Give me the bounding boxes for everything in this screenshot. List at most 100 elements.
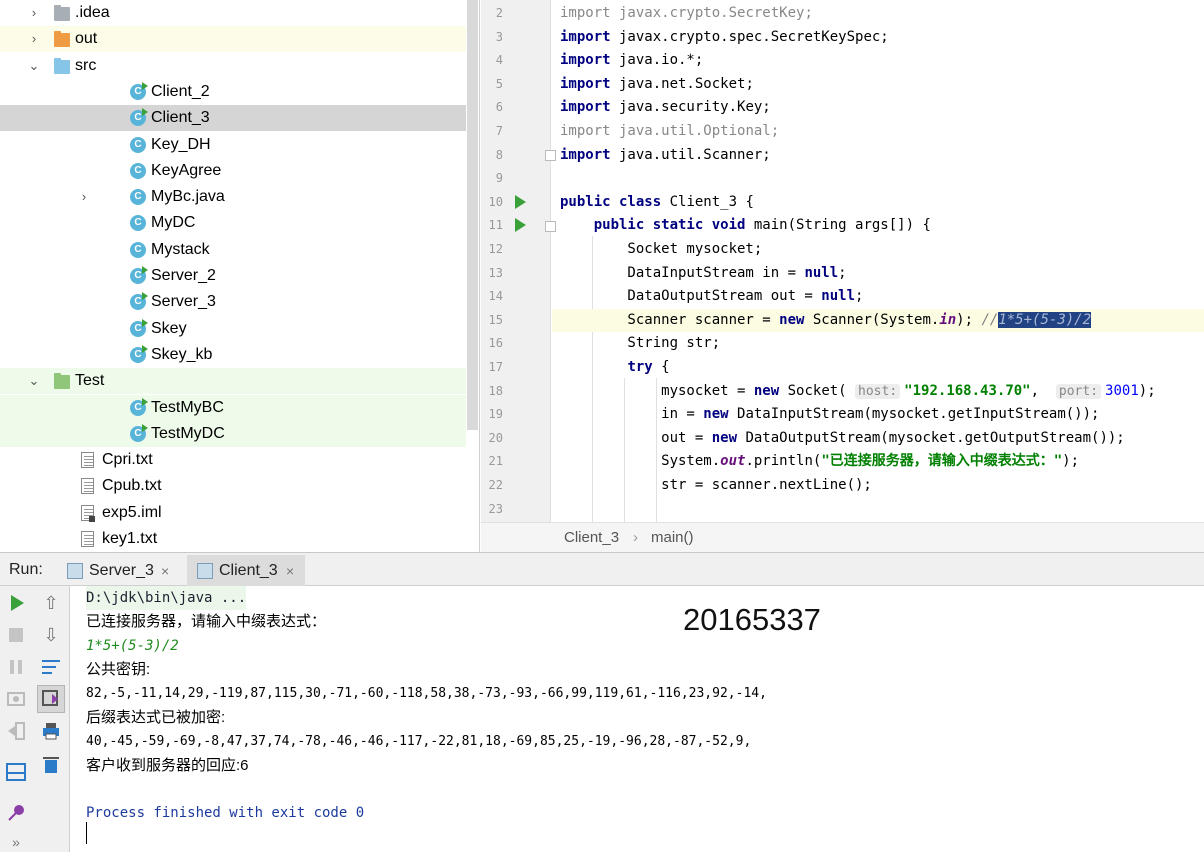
- tree-item-label: key1.txt: [102, 530, 158, 547]
- tree-item[interactable]: C Skey: [0, 316, 466, 342]
- tree-item[interactable]: ⌄ src: [0, 53, 466, 79]
- breadcrumb-separator: ›: [633, 529, 638, 546]
- line-number: 7: [495, 124, 503, 138]
- rerun-icon[interactable]: [4, 591, 28, 615]
- tree-item[interactable]: C MyDC: [0, 210, 466, 236]
- run-main-gutter-icon[interactable]: [515, 218, 526, 232]
- code-line-13: DataInputStream in = null;: [560, 264, 847, 281]
- console-command-line: D:\jdk\bin\java ...: [86, 586, 247, 610]
- console-caret: [86, 822, 87, 844]
- tree-item[interactable]: exp5.iml: [0, 500, 466, 526]
- console-line-server-reply: 客户收到服务器的回应:6: [86, 757, 249, 774]
- line-number: 22: [488, 478, 503, 492]
- tree-item-label: TestMyDC: [151, 424, 225, 442]
- text-file-icon: [81, 452, 94, 469]
- code-line-4: import java.io.*;: [560, 52, 704, 69]
- line-number: 6: [495, 100, 503, 115]
- java-class-icon: C: [130, 344, 148, 363]
- layout-icon[interactable]: [4, 760, 28, 784]
- print-icon[interactable]: [39, 719, 63, 743]
- chevron-right-icon[interactable]: ›: [26, 0, 42, 26]
- code-area[interactable]: import javax.crypto.SecretKey; import ja…: [552, 0, 1204, 522]
- tree-item[interactable]: ⌄ Test: [0, 368, 466, 395]
- scroll-up-icon[interactable]: ⇧: [39, 591, 63, 615]
- breadcrumb-method[interactable]: main(): [651, 523, 694, 552]
- tree-item[interactable]: › C MyBc.java: [0, 184, 466, 210]
- run-toolbar: ⇧ ⇩ »: [0, 586, 70, 852]
- java-class-icon: C: [130, 189, 146, 206]
- line-number: 21: [488, 454, 503, 469]
- code-line-14: DataOutputStream out = null;: [560, 288, 864, 305]
- close-icon[interactable]: ×: [161, 555, 169, 587]
- more-icon[interactable]: »: [4, 830, 28, 852]
- java-class-icon: C: [130, 241, 146, 258]
- console-line-encrypted: 40,-45,-59,-69,-8,47,37,74,-78,-46,-46,-…: [86, 734, 752, 749]
- tab-client-3[interactable]: Client_3 ×: [187, 555, 305, 587]
- tree-item[interactable]: C TestMyDC: [0, 420, 466, 447]
- java-class-icon: C: [130, 215, 146, 232]
- tree-item[interactable]: Cpub.txt: [0, 473, 466, 499]
- tree-item[interactable]: C Client_2: [0, 79, 466, 105]
- line-number: 13: [488, 265, 503, 280]
- breadcrumb-class[interactable]: Client_3: [564, 523, 619, 552]
- tree-item[interactable]: key1.txt: [0, 526, 466, 552]
- scroll-to-end-icon[interactable]: [37, 685, 65, 713]
- code-line-3: import javax.crypto.spec.SecretKeySpec;: [560, 28, 889, 45]
- line-number: 18: [488, 383, 503, 398]
- console-line-prompt: 已连接服务器，请输入中缀表达式：: [86, 613, 327, 630]
- soft-wrap-icon[interactable]: [39, 655, 63, 679]
- chevron-right-icon[interactable]: ›: [26, 26, 42, 52]
- scroll-down-icon[interactable]: ⇩: [39, 623, 63, 647]
- tree-item[interactable]: C KeyAgree: [0, 158, 466, 184]
- selected-comment-text[interactable]: 1*5+(5-3)/2: [998, 311, 1092, 328]
- line-number: 16: [488, 336, 503, 351]
- tree-item[interactable]: C Mystack: [0, 237, 466, 263]
- code-editor: 2 3 4 5 6 7 8 9 10 11 12 13 14 15 16 17 18 19 20 21 22 23 imp…: [481, 0, 1204, 552]
- tree-item-label: KeyAgree: [151, 161, 222, 179]
- tree-item[interactable]: C Key_DH: [0, 132, 466, 158]
- close-icon[interactable]: ×: [286, 555, 294, 587]
- tree-item[interactable]: C Skey_kb: [0, 342, 466, 368]
- tree-item[interactable]: C Server_2: [0, 263, 466, 289]
- chevron-right-icon[interactable]: ›: [76, 184, 92, 210]
- stop-icon[interactable]: [4, 623, 28, 647]
- exit-icon[interactable]: [4, 719, 28, 743]
- tree-item-label: Skey: [151, 319, 187, 337]
- tree-item[interactable]: C Server_3: [0, 289, 466, 315]
- editor-breadcrumb: Client_3 › main(): [481, 522, 1204, 552]
- tab-server-3[interactable]: Server_3 ×: [57, 555, 182, 587]
- line-number: 4: [495, 53, 503, 68]
- tree-item[interactable]: C Client_3: [0, 105, 466, 132]
- project-tree-scrollbar[interactable]: [467, 0, 478, 430]
- console-line-public-key: 82,-5,-11,14,29,-119,87,115,30,-71,-60,-…: [86, 686, 767, 701]
- tree-item[interactable]: C TestMyBC: [0, 394, 466, 421]
- console-line-public-key-label: 公共密钥:: [86, 661, 151, 678]
- trash-icon[interactable]: [39, 752, 63, 776]
- folder-icon: [54, 373, 70, 390]
- run-class-gutter-icon[interactable]: [515, 195, 526, 209]
- run-tool-window-header: Run: Server_3 × Client_3 ×: [0, 552, 1204, 587]
- java-class-icon: C: [130, 108, 148, 127]
- chevron-down-icon[interactable]: ⌄: [26, 368, 42, 394]
- dump-threads-icon[interactable]: [4, 687, 28, 711]
- tree-item-label: out: [75, 30, 98, 48]
- tree-item-label: Cpri.txt: [102, 451, 153, 469]
- chevron-down-icon[interactable]: ⌄: [26, 53, 42, 79]
- tree-item-label: Client_3: [151, 109, 210, 127]
- line-number: 10: [488, 194, 503, 209]
- project-tree: › .idea › out ⌄ src C Client_2 C Client_3 C Key_DH C…: [0, 0, 480, 552]
- pause-icon[interactable]: [4, 655, 28, 679]
- tree-item-label: Mystack: [151, 240, 210, 258]
- tree-item[interactable]: › .idea: [0, 0, 466, 26]
- console-output[interactable]: D:\jdk\bin\java ... 已连接服务器，请输入中缀表达式： 1*5…: [71, 586, 1204, 852]
- java-class-icon: C: [130, 318, 148, 337]
- module-file-icon: [81, 504, 95, 522]
- tree-item[interactable]: › out: [0, 26, 466, 53]
- folder-icon: [54, 57, 70, 74]
- tree-item[interactable]: Cpri.txt: [0, 447, 466, 473]
- pin-icon[interactable]: [4, 801, 28, 825]
- code-line-10: public class Client_3 {: [560, 193, 754, 210]
- code-line-12: Socket mysocket;: [560, 241, 763, 257]
- line-number: 2: [495, 6, 503, 20]
